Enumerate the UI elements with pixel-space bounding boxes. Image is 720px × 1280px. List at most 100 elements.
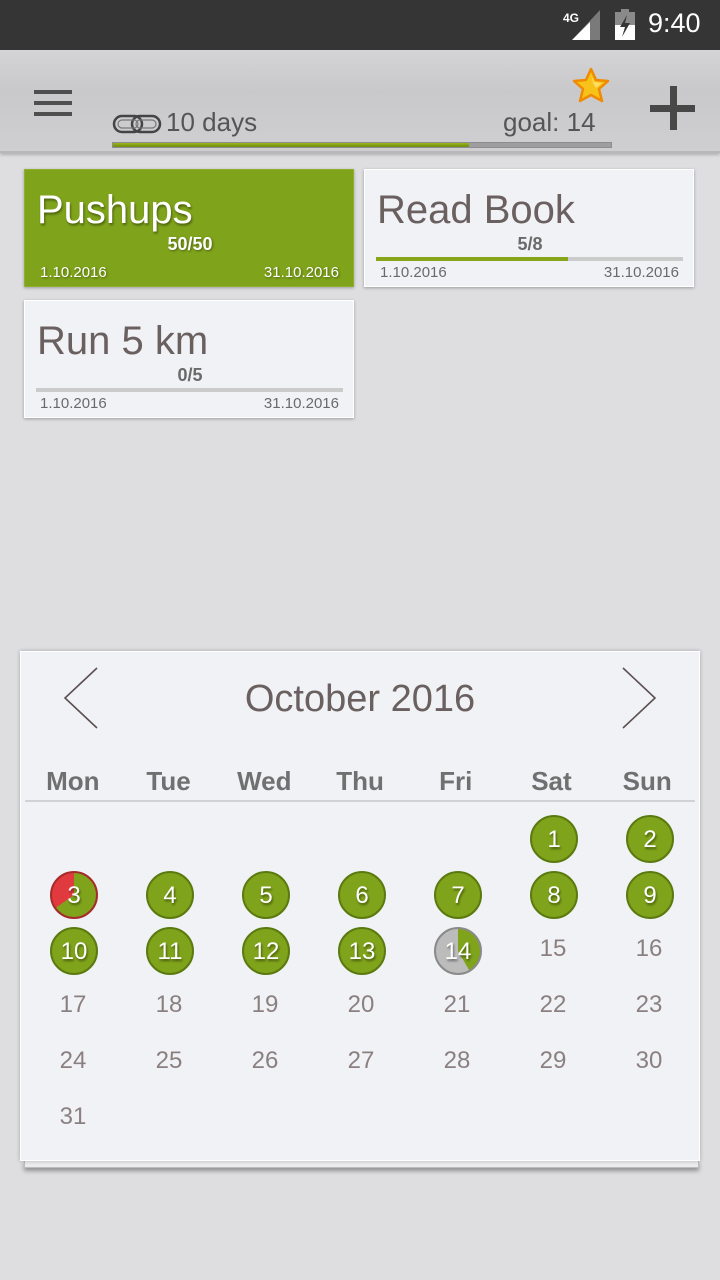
status-bar: 4G 9:40 <box>0 0 720 50</box>
day-number: 2 <box>643 826 657 853</box>
calendar-day-31[interactable]: 31 <box>25 1090 121 1146</box>
calendar-day-6[interactable]: 6 <box>313 866 409 922</box>
calendar-day-14[interactable]: 14 <box>409 922 505 978</box>
goal-start-date: 1.10.2016 <box>40 264 107 281</box>
day-number: 10 <box>60 938 88 965</box>
calendar-day-15[interactable]: 15 <box>505 922 601 978</box>
calendar-empty-cell <box>505 1090 601 1146</box>
chain-link-icon <box>112 114 162 134</box>
day-number: 25 <box>155 1047 183 1074</box>
chevron-right-icon[interactable] <box>619 666 659 730</box>
day-number: 26 <box>251 1047 279 1074</box>
calendar-day-10[interactable]: 10 <box>25 922 121 978</box>
day-status-complete: 11 <box>146 927 194 975</box>
calendar-week-row: 24 25 26 27 28 29 30 <box>25 1034 697 1090</box>
goal-progress-bar <box>36 388 343 392</box>
day-number: 22 <box>539 991 567 1018</box>
day-number: 11 <box>157 938 183 965</box>
calendar-day-2[interactable]: 2 <box>601 810 697 866</box>
weekday-label: Tue <box>146 766 191 796</box>
weekday-label: Wed <box>237 766 292 796</box>
day-number: 7 <box>451 882 465 909</box>
calendar-day-27[interactable]: 27 <box>313 1034 409 1090</box>
weekday-label: Sun <box>622 766 672 796</box>
calendar-month-title: October 2016 <box>244 678 476 720</box>
day-status-complete: 5 <box>242 871 290 919</box>
goal-count: 5/8 <box>517 234 543 254</box>
day-status-complete: 7 <box>434 871 482 919</box>
day-status-complete: 13 <box>338 927 386 975</box>
goal-card-run-5km[interactable]: Run 5 km 0/5 1.10.2016 31.10.2016 <box>24 300 354 418</box>
goal-end-date: 31.10.2016 <box>263 395 339 412</box>
calendar-day-23[interactable]: 23 <box>601 978 697 1034</box>
goal-end-date: 31.10.2016 <box>603 264 679 281</box>
calendar-day-30[interactable]: 30 <box>601 1034 697 1090</box>
day-status-complete: 12 <box>242 927 290 975</box>
star-icon <box>572 67 610 103</box>
goal-count: 50/50 <box>167 234 213 254</box>
menu-button[interactable] <box>34 90 76 120</box>
calendar-day-3[interactable]: 3 <box>25 866 121 922</box>
day-status-partial-missed: 3 <box>50 871 98 919</box>
day-status-partial-today: 14 <box>434 927 482 975</box>
calendar-day-20[interactable]: 20 <box>313 978 409 1034</box>
calendar-day-1[interactable]: 1 <box>505 810 601 866</box>
day-number: 5 <box>259 882 273 909</box>
calendar-empty-cell <box>121 1090 217 1146</box>
day-number: 28 <box>443 1047 471 1074</box>
calendar-day-28[interactable]: 28 <box>409 1034 505 1090</box>
day-number: 18 <box>155 991 183 1018</box>
calendar-empty-cell <box>409 1090 505 1146</box>
calendar-day-22[interactable]: 22 <box>505 978 601 1034</box>
goal-title: Read Book <box>377 188 575 232</box>
calendar-day-7[interactable]: 7 <box>409 866 505 922</box>
goal-card-read-book[interactable]: Read Book 5/8 1.10.2016 31.10.2016 <box>364 169 694 287</box>
calendar-empty-cell <box>313 1090 409 1146</box>
goal-title: Pushups <box>37 188 193 232</box>
calendar-day-26[interactable]: 26 <box>217 1034 313 1090</box>
calendar-day-29[interactable]: 29 <box>505 1034 601 1090</box>
day-number: 30 <box>635 1047 663 1074</box>
weekday-header: Mon Tue Wed Thu Fri Sat Sun <box>25 766 695 802</box>
weekday-label: Thu <box>336 766 384 796</box>
calendar-day-13[interactable]: 13 <box>313 922 409 978</box>
goal-card-pushups[interactable]: Pushups 50/50 1.10.2016 31.10.2016 <box>24 169 354 287</box>
day-number: 20 <box>347 991 375 1018</box>
calendar-day-9[interactable]: 9 <box>601 866 697 922</box>
day-number: 17 <box>59 991 87 1018</box>
calendar-day-19[interactable]: 19 <box>217 978 313 1034</box>
calendar-day-17[interactable]: 17 <box>25 978 121 1034</box>
calendar-grid: 1 2 3 4 5 6 7 8 9 10 11 12 13 14 15 16 17 18 19 20 21 22 23 24 2… <box>25 810 697 1146</box>
hamburger-menu-icon <box>34 90 72 94</box>
streak-label: 10 days <box>166 107 258 137</box>
clock: 9:40 <box>648 8 701 38</box>
calendar-day-16[interactable]: 16 <box>601 922 697 978</box>
calendar-day-8[interactable]: 8 <box>505 866 601 922</box>
calendar-empty-cell <box>121 810 217 866</box>
day-number: 9 <box>643 882 657 909</box>
calendar-week-row: 17 18 19 20 21 22 23 <box>25 978 697 1034</box>
signal-icon <box>572 10 600 40</box>
day-number: 31 <box>59 1103 87 1130</box>
calendar-day-25[interactable]: 25 <box>121 1034 217 1090</box>
day-number: 1 <box>547 826 561 853</box>
calendar-day-5[interactable]: 5 <box>217 866 313 922</box>
calendar-day-12[interactable]: 12 <box>217 922 313 978</box>
day-number: 4 <box>163 882 177 909</box>
app-header: 10 days goal: 14 <box>0 50 720 153</box>
day-status-complete: 2 <box>626 815 674 863</box>
goal-end-date: 31.10.2016 <box>263 264 339 281</box>
goal-count: 0/5 <box>177 365 203 385</box>
add-goal-button[interactable] <box>650 86 696 132</box>
calendar-day-4[interactable]: 4 <box>121 866 217 922</box>
weekday-label: Fri <box>439 766 473 796</box>
calendar-day-18[interactable]: 18 <box>121 978 217 1034</box>
day-number: 8 <box>547 882 561 909</box>
calendar-day-21[interactable]: 21 <box>409 978 505 1034</box>
calendar-week-row: 3 4 5 6 7 8 9 <box>25 866 697 922</box>
day-number: 3 <box>67 882 81 909</box>
goal-progress-bar <box>376 257 683 261</box>
calendar-day-11[interactable]: 11 <box>121 922 217 978</box>
calendar-week-row: 31 <box>25 1090 697 1146</box>
calendar-day-24[interactable]: 24 <box>25 1034 121 1090</box>
